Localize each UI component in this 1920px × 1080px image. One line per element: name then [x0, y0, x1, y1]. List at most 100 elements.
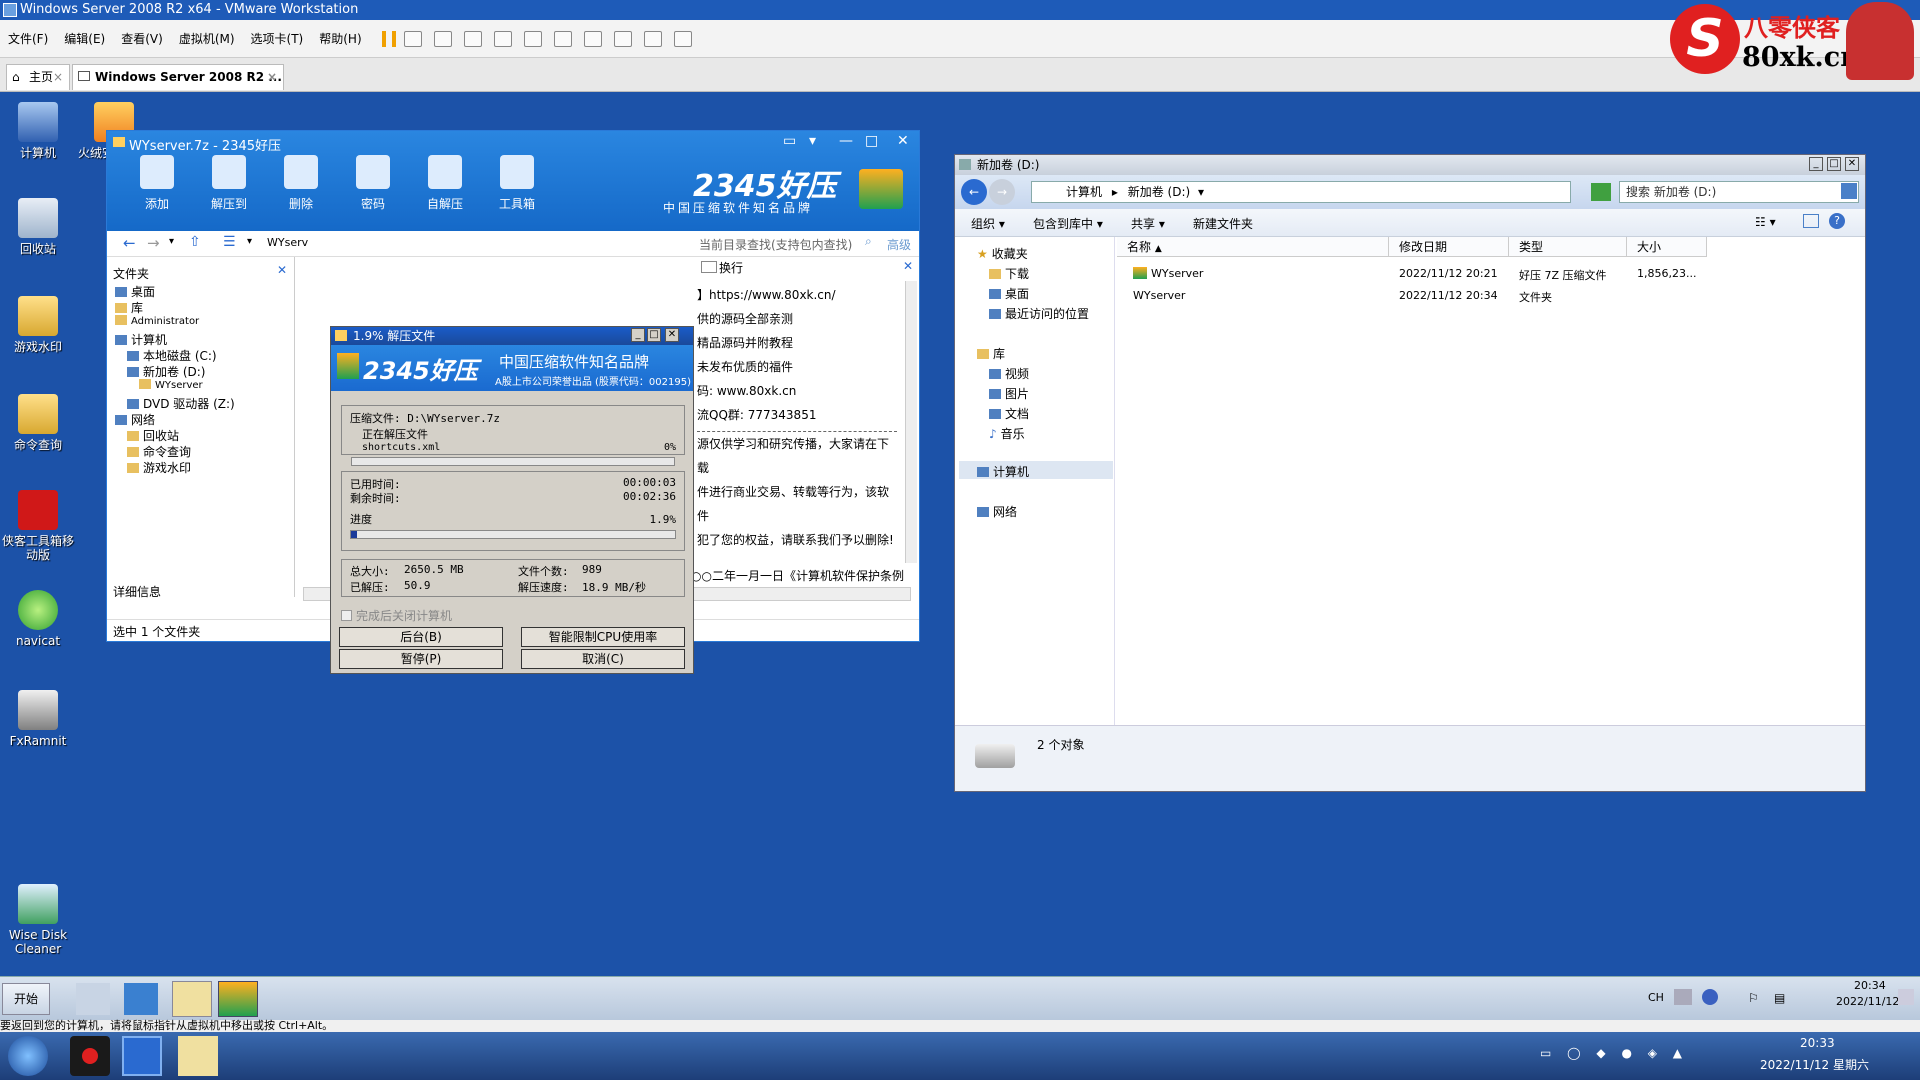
nav-music[interactable]: ♪ 音乐 [989, 425, 1025, 442]
pause-button[interactable]: 暂停(P) [339, 649, 503, 669]
desktop-icon-fxramnit[interactable]: FxRamnit [0, 690, 78, 748]
minimize-button[interactable]: _ [631, 328, 645, 342]
tree-item[interactable]: DVD 驱动器 (Z:) [127, 395, 235, 412]
revert-snapshot-icon[interactable] [463, 30, 482, 47]
shutdown-checkbox[interactable] [341, 610, 352, 621]
nav-favorites[interactable]: ★ 收藏夹 [977, 245, 1028, 262]
close-icon[interactable]: ✕ [903, 259, 913, 273]
recorder-icon[interactable] [70, 1036, 110, 1076]
library-view-icon[interactable] [523, 30, 542, 47]
breadcrumb-dropdown-icon[interactable]: ▾ [1198, 185, 1204, 199]
windows-start-icon[interactable] [8, 1036, 48, 1076]
advanced-search-link[interactable]: 高级 [887, 236, 911, 253]
wrap-checkbox[interactable] [701, 261, 717, 273]
column-header-name[interactable]: 名称 ▲ [1117, 237, 1389, 257]
minimize-button[interactable]: _ [1809, 157, 1823, 171]
send-keys-icon[interactable] [403, 30, 422, 47]
minimize-button[interactable]: — [839, 133, 853, 149]
maximize-button[interactable]: □ [865, 133, 878, 149]
forward-icon[interactable]: → [147, 234, 160, 252]
back-button[interactable]: ← [961, 179, 987, 205]
breadcrumb-drive[interactable]: 新加卷 (D:) [1128, 185, 1190, 199]
close-button[interactable]: ✕ [1845, 157, 1859, 171]
pause-icon[interactable] [381, 30, 396, 47]
address-input[interactable]: 计算机 ▸ 新加卷 (D:) ▾ [1031, 181, 1571, 203]
include-in-library-button[interactable]: 包含到库中 ▾ [1033, 215, 1103, 232]
menu-view[interactable]: 查看(V) [121, 30, 163, 47]
feedback-icon[interactable]: ▭ [783, 133, 796, 149]
keyboard-icon[interactable] [1674, 989, 1692, 1005]
host-clock-date[interactable]: 2022/11/12 星期六 [1760, 1056, 1869, 1073]
history-dropdown-icon[interactable]: ▾ [169, 236, 174, 247]
guest-clock-date[interactable]: 2022/11/12 [1836, 995, 1899, 1008]
desktop-icon-computer[interactable]: 计算机 [0, 102, 78, 160]
shutdown-option[interactable]: 完成后关闭计算机 [341, 607, 452, 624]
desktop-icon-toolbox[interactable]: 侠客工具箱移动版 [0, 490, 78, 562]
forward-button[interactable]: → [989, 179, 1015, 205]
self-extract-button[interactable]: 自解压 [415, 155, 475, 212]
cancel-button[interactable]: 取消(C) [521, 649, 685, 669]
preview-pane-icon[interactable] [1803, 214, 1819, 228]
desktop-icon-wise-disk-cleaner[interactable]: Wise Disk Cleaner [0, 884, 78, 956]
column-header-date[interactable]: 修改日期 [1389, 237, 1509, 257]
search-icon[interactable]: ⌕ [865, 234, 872, 249]
column-header-type[interactable]: 类型 [1509, 237, 1627, 257]
desktop-icon-recycle-bin[interactable]: 回收站 [0, 198, 78, 256]
powershell-icon[interactable] [124, 983, 158, 1015]
nav-recent[interactable]: 最近访问的位置 [989, 305, 1089, 322]
view-mode-icon[interactable]: ☰ [223, 234, 236, 250]
tree-item[interactable]: 回收站 [127, 427, 179, 444]
nav-documents[interactable]: 文档 [989, 405, 1029, 422]
up-folder-icon[interactable]: ⇧ [189, 234, 201, 250]
desktop-icon-navicat[interactable]: navicat [0, 590, 78, 648]
desktop-icon-game-watermark[interactable]: 游戏水印 [0, 296, 78, 354]
new-folder-button[interactable]: 新建文件夹 [1193, 215, 1253, 232]
extract-to-button[interactable]: 解压到 [199, 155, 259, 212]
menu-dropdown-icon[interactable]: ▾ [809, 133, 816, 149]
nav-libraries[interactable]: 库 [977, 345, 1005, 362]
close-button[interactable]: ✕ [665, 328, 679, 342]
guest-clock-time[interactable]: 20:34 [1854, 979, 1886, 992]
network-tray-icon[interactable]: ▤ [1774, 991, 1785, 1005]
host-clock-time[interactable]: 20:33 [1800, 1036, 1835, 1050]
tree-item[interactable]: 本地磁盘 (C:) [127, 347, 217, 364]
nav-pictures[interactable]: 图片 [989, 385, 1029, 402]
maximize-button[interactable]: □ [647, 328, 661, 342]
breadcrumb-computer[interactable]: 计算机 [1066, 185, 1102, 199]
close-icon[interactable]: ✕ [277, 263, 287, 277]
nav-path[interactable]: WYserv [267, 236, 308, 249]
tree-item[interactable]: 新加卷 (D:) [127, 363, 205, 380]
delete-button[interactable]: 删除 [271, 155, 331, 212]
toolbox-button[interactable]: 工具箱 [487, 155, 547, 212]
tree-item[interactable]: 库 [115, 299, 143, 316]
haozip-search-input[interactable]: 当前目录查找(支持包内查找) [699, 236, 852, 253]
thumbnail-view-icon[interactable] [553, 30, 572, 47]
view-options-icon[interactable]: ☷ ▾ [1755, 215, 1776, 229]
menu-edit[interactable]: 编辑(E) [64, 30, 105, 47]
console-icon[interactable] [643, 30, 662, 47]
tree-item[interactable]: 网络 [115, 411, 155, 428]
back-icon[interactable]: ← [123, 234, 136, 252]
show-desktop-icon[interactable] [1898, 989, 1914, 1005]
file-explorer-icon[interactable] [178, 1036, 218, 1076]
snapshot-icon[interactable] [433, 30, 452, 47]
tree-item[interactable]: WYserver [139, 379, 203, 391]
search-icon[interactable] [1841, 183, 1857, 199]
menu-vm[interactable]: 虚拟机(M) [179, 30, 235, 47]
close-button[interactable]: ✕ [897, 133, 909, 149]
stretch-icon[interactable] [673, 30, 692, 47]
view-dropdown-icon[interactable]: ▾ [247, 236, 252, 247]
tree-item[interactable]: 命令查询 [127, 443, 191, 460]
add-button[interactable]: 添加 [127, 155, 187, 212]
refresh-icon[interactable] [1591, 183, 1611, 201]
preview-scrollbar[interactable] [905, 281, 917, 563]
system-tray-icons[interactable]: ▭ ◯ ◆ ● ◈ ▲ [1540, 1046, 1720, 1062]
menu-help[interactable]: 帮助(H) [319, 30, 361, 47]
tree-item[interactable]: Administrator [115, 315, 199, 327]
tree-item[interactable]: 游戏水印 [127, 459, 191, 476]
maximize-button[interactable]: □ [1827, 157, 1841, 171]
details-label[interactable]: 详细信息 [113, 583, 161, 600]
haozip-taskbar-icon[interactable] [218, 981, 258, 1017]
cpu-limit-button[interactable]: 智能限制CPU使用率 [521, 627, 685, 647]
tab-home[interactable]: ⌂ 主页 × [6, 64, 70, 90]
